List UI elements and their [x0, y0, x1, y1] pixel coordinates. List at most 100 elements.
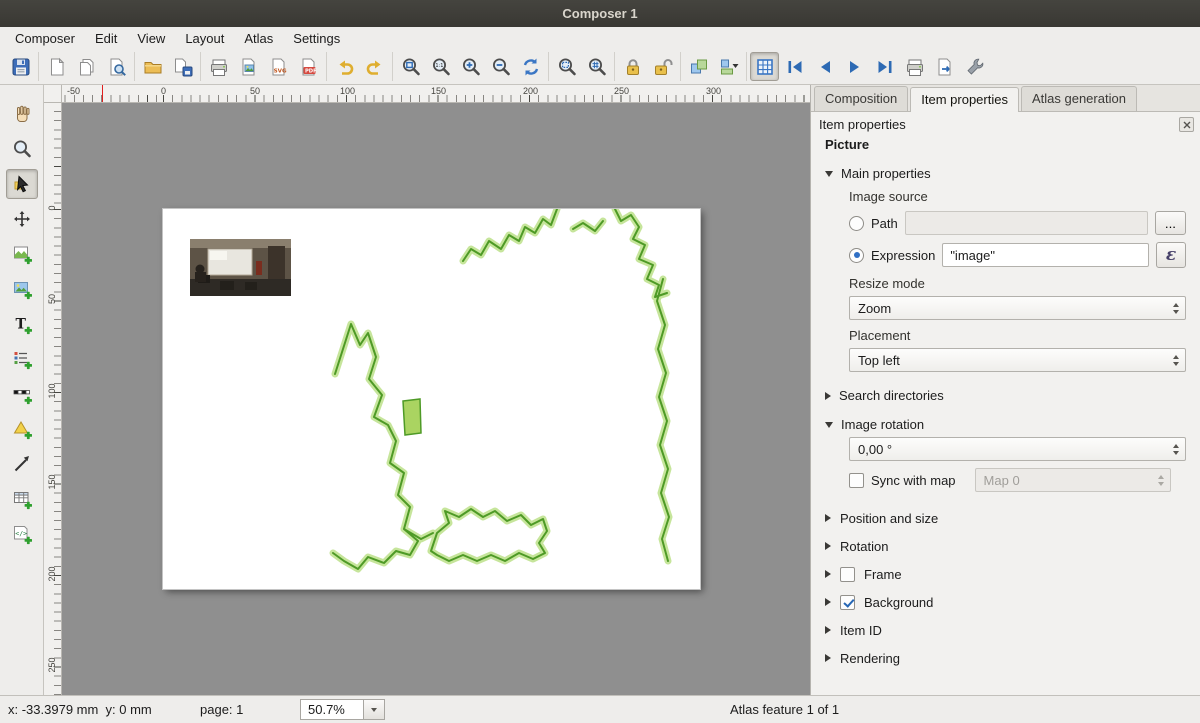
atlas-first-feature-button[interactable] — [780, 52, 809, 81]
redo-button[interactable] — [360, 52, 389, 81]
rotation-angle-input[interactable]: 0,00 ° — [849, 437, 1186, 461]
zoom-level-input[interactable]: 50.7% — [300, 699, 364, 720]
resize-mode-select[interactable]: Zoom — [849, 296, 1186, 320]
window-title: Composer 1 — [562, 6, 637, 21]
path-radio[interactable] — [849, 216, 864, 231]
hand-icon — [11, 103, 33, 125]
export-svg-icon — [268, 56, 290, 78]
workspace — [62, 103, 810, 695]
atlas-status: Atlas feature 1 of 1 — [730, 696, 839, 723]
panel-tabs: CompositionItem propertiesAtlas generati… — [811, 85, 1200, 112]
print-button[interactable] — [204, 52, 233, 81]
add-image-tool[interactable] — [6, 274, 38, 304]
expand-triangle-icon — [825, 392, 831, 400]
add-label-tool[interactable] — [6, 309, 38, 339]
menu-item[interactable]: Edit — [86, 29, 126, 48]
placement-select[interactable]: Top left — [849, 348, 1186, 372]
zoom-in-button[interactable] — [456, 52, 485, 81]
refresh-view-button[interactable] — [516, 52, 545, 81]
atlas-last-feature-button[interactable] — [870, 52, 899, 81]
composition-page[interactable] — [163, 209, 700, 589]
add-arrow-tool[interactable] — [6, 449, 38, 479]
unlock-items-button[interactable] — [648, 52, 677, 81]
menu-item[interactable]: Settings — [284, 29, 349, 48]
zoom-to-region-button[interactable] — [582, 52, 611, 81]
add-scalebar-tool[interactable] — [6, 379, 38, 409]
frame-section[interactable]: Frame — [825, 560, 1186, 588]
tab-atlas-generation[interactable]: Atlas generation — [1021, 86, 1137, 111]
expression-input[interactable]: "image" — [942, 243, 1149, 267]
main-properties-header[interactable]: Main properties — [825, 166, 1186, 181]
menu-item[interactable]: Composer — [6, 29, 84, 48]
atlas-settings-button[interactable] — [960, 52, 989, 81]
browse-button[interactable]: ... — [1155, 211, 1186, 235]
zoom-tool[interactable] — [6, 134, 38, 164]
image-rotation-header[interactable]: Image rotation — [825, 417, 1186, 432]
align-items-button[interactable] — [714, 52, 743, 81]
section-checkbox[interactable] — [840, 567, 855, 582]
save-template-button[interactable] — [168, 52, 197, 81]
select-move-item-tool[interactable] — [6, 169, 38, 199]
print-atlas-button[interactable] — [900, 52, 929, 81]
rendering-section[interactable]: Rendering — [825, 644, 1186, 672]
position-and-size-section[interactable]: Position and size — [825, 504, 1186, 532]
ruler-label: 300 — [706, 86, 721, 96]
zoom-actual-button[interactable] — [426, 52, 455, 81]
menu-item[interactable]: Layout — [176, 29, 233, 48]
rotation-section[interactable]: Rotation — [825, 532, 1186, 560]
lock-items-button[interactable] — [618, 52, 647, 81]
add-html-icon — [11, 523, 33, 545]
move-item-content-tool[interactable] — [6, 204, 38, 234]
duplicate-composer-button[interactable] — [72, 52, 101, 81]
export-pdf-button[interactable] — [294, 52, 323, 81]
pan-tool[interactable] — [6, 99, 38, 129]
composer-manager-button[interactable] — [102, 52, 131, 81]
resize-mode-label: Resize mode — [849, 276, 1186, 291]
atlas-next-feature-button[interactable] — [840, 52, 869, 81]
item-type-label: Picture — [811, 134, 1200, 158]
picture-item[interactable] — [190, 239, 291, 296]
save-project-button[interactable] — [6, 52, 35, 81]
add-legend-tool[interactable] — [6, 344, 38, 374]
item-id-section[interactable]: Item ID — [825, 616, 1186, 644]
atlas-previous-feature-button[interactable] — [810, 52, 839, 81]
new-composer-button[interactable] — [42, 52, 71, 81]
background-section[interactable]: Background — [825, 588, 1186, 616]
zoom-selection-icon — [556, 56, 578, 78]
ruler-label: 100 — [47, 382, 57, 400]
zoom-out-button[interactable] — [486, 52, 515, 81]
section-checkbox[interactable] — [840, 595, 855, 610]
export-image-button[interactable] — [234, 52, 263, 81]
zoom-to-selection-button[interactable] — [552, 52, 581, 81]
menu-item[interactable]: View — [128, 29, 174, 48]
expression-builder-button[interactable]: ε — [1156, 242, 1186, 268]
sync-map-select[interactable]: Map 0 — [975, 468, 1171, 492]
path-input[interactable] — [905, 211, 1148, 235]
tab-item-properties[interactable]: Item properties — [910, 87, 1019, 112]
add-shape-tool[interactable] — [6, 414, 38, 444]
search-directories-header[interactable]: Search directories — [825, 388, 1186, 403]
zoom-full-button[interactable] — [396, 52, 425, 81]
undo-button[interactable] — [330, 52, 359, 81]
ruler-label: 150 — [431, 86, 446, 96]
atlas-preview-toggle[interactable] — [750, 52, 779, 81]
atlas-preview-icon — [754, 56, 776, 78]
sync-with-map-checkbox[interactable] — [849, 473, 864, 488]
ruler-label: 150 — [47, 473, 57, 491]
menu-item[interactable]: Atlas — [235, 29, 282, 48]
expression-radio[interactable] — [849, 248, 864, 263]
next-feature-icon — [844, 56, 866, 78]
add-html-tool[interactable] — [6, 519, 38, 549]
panel-close-button[interactable] — [1179, 117, 1194, 132]
export-svg-button[interactable] — [264, 52, 293, 81]
group-items-button[interactable] — [684, 52, 713, 81]
zoom-dropdown-button[interactable] — [364, 699, 385, 720]
section-label: Rendering — [840, 651, 900, 666]
add-table-tool[interactable] — [6, 484, 38, 514]
tab-composition[interactable]: Composition — [814, 86, 908, 111]
export-atlas-button[interactable] — [930, 52, 959, 81]
placement-label: Placement — [849, 328, 1186, 343]
selected-atlas-feature[interactable] — [403, 399, 421, 435]
load-template-button[interactable] — [138, 52, 167, 81]
add-map-tool[interactable] — [6, 239, 38, 269]
